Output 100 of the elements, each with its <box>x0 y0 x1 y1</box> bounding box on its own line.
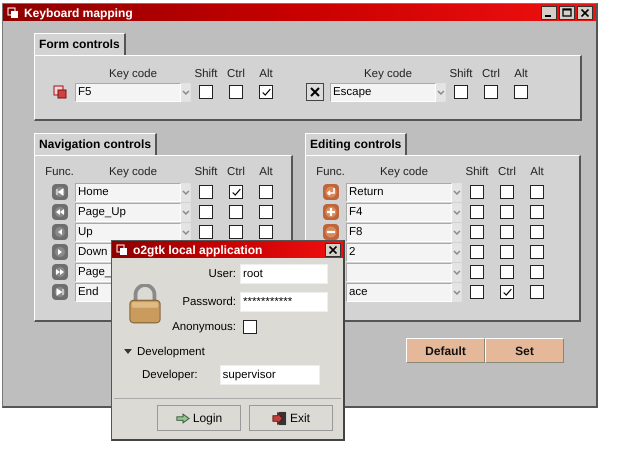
checkbox[interactable] <box>470 245 484 259</box>
minus-icon[interactable] <box>322 224 338 240</box>
close-icon[interactable] <box>306 83 324 101</box>
close-icon[interactable] <box>325 242 341 256</box>
column-header: Shift <box>464 166 490 178</box>
forward-icon[interactable] <box>52 264 68 280</box>
column-header: Key code <box>108 68 158 80</box>
checkbox[interactable] <box>454 85 468 99</box>
password-field[interactable]: *********** <box>240 292 328 312</box>
checkbox[interactable] <box>470 265 484 279</box>
last-icon[interactable] <box>52 284 68 300</box>
padlock-icon <box>128 284 162 324</box>
action-button[interactable]: Set <box>485 338 564 363</box>
column-header: Alt <box>529 166 545 178</box>
enter-icon[interactable] <box>322 184 338 200</box>
checkbox[interactable] <box>470 225 484 239</box>
dialog-button[interactable]: Exit <box>249 405 333 431</box>
checkbox[interactable] <box>229 205 243 219</box>
key-code-field[interactable]: Up <box>75 222 182 242</box>
checkbox[interactable] <box>199 185 213 199</box>
checkbox[interactable] <box>229 185 243 199</box>
maximize-icon[interactable] <box>559 6 575 20</box>
developer-label: Developer: <box>142 369 198 381</box>
checkbox[interactable] <box>484 85 498 99</box>
column-header: Alt <box>258 166 274 178</box>
password-label: Password: <box>181 296 237 308</box>
windows-icon[interactable] <box>52 84 68 100</box>
checkbox[interactable] <box>500 265 514 279</box>
checkbox[interactable] <box>530 285 544 299</box>
checkbox[interactable] <box>530 205 544 219</box>
checkbox[interactable] <box>514 85 528 99</box>
column-header: Key code <box>363 68 413 80</box>
key-code-field[interactable]: Return <box>346 182 452 202</box>
key-code-field[interactable]: Page_Up <box>75 202 182 222</box>
column-header: Shift <box>448 68 474 80</box>
checkbox[interactable] <box>199 205 213 219</box>
user-field[interactable]: root <box>240 264 328 284</box>
key-code-field[interactable]: Home <box>75 182 182 202</box>
rewind-icon[interactable] <box>52 204 68 220</box>
column-header: Ctrl <box>481 68 501 80</box>
developer-field[interactable]: supervisor <box>220 365 320 385</box>
checkbox[interactable] <box>229 225 243 239</box>
column-header: Ctrl <box>226 68 246 80</box>
back-icon[interactable] <box>52 224 68 240</box>
column-header: Ctrl <box>497 166 517 178</box>
checkbox[interactable] <box>243 320 257 334</box>
arrow-icon <box>176 412 190 424</box>
checkbox[interactable] <box>259 225 273 239</box>
column-header: Shift <box>193 166 218 178</box>
checkbox[interactable] <box>500 285 514 299</box>
expander-icon[interactable] <box>124 348 132 356</box>
dialog-button[interactable]: Login <box>157 405 241 431</box>
checkbox[interactable] <box>530 225 544 239</box>
checkbox[interactable] <box>500 185 514 199</box>
checkbox[interactable] <box>470 185 484 199</box>
key-code-field[interactable]: F8 <box>346 222 452 242</box>
key-code-field[interactable]: ace <box>346 282 452 302</box>
key-code-field[interactable]: 2 <box>346 242 452 262</box>
column-header: Func. <box>44 166 75 178</box>
key-code-field[interactable]: F5 <box>75 82 182 102</box>
window-icon <box>7 6 19 18</box>
checkbox[interactable] <box>229 85 243 99</box>
key-code-field[interactable] <box>346 262 452 282</box>
plus-icon[interactable] <box>322 204 338 220</box>
column-header: Shift <box>193 68 218 80</box>
first-icon[interactable] <box>52 184 68 200</box>
column-header: Alt <box>513 68 529 80</box>
group-tab[interactable]: Form controls <box>34 33 126 55</box>
play-icon[interactable] <box>52 244 68 260</box>
column-header: Key code <box>108 166 158 178</box>
checkbox[interactable] <box>530 185 544 199</box>
user-label: User: <box>208 268 237 280</box>
key-code-field[interactable]: F4 <box>346 202 452 222</box>
door-icon <box>272 410 287 426</box>
close-icon[interactable] <box>577 6 593 20</box>
checkbox[interactable] <box>259 185 273 199</box>
checkbox[interactable] <box>500 205 514 219</box>
window-title: Keyboard mapping <box>24 6 134 20</box>
action-button[interactable]: Default <box>406 338 485 363</box>
development-expander[interactable]: Development <box>124 346 205 358</box>
key-code-field[interactable]: Escape <box>330 82 436 102</box>
checkbox[interactable] <box>530 265 544 279</box>
window-icon <box>116 244 128 256</box>
group-tab[interactable]: Navigation controls <box>34 133 158 155</box>
checkbox[interactable] <box>470 205 484 219</box>
checkbox[interactable] <box>199 85 213 99</box>
checkbox[interactable] <box>530 245 544 259</box>
checkbox[interactable] <box>199 225 213 239</box>
column-header: Ctrl <box>226 166 246 178</box>
dialog-title: o2gtk local application <box>133 242 262 256</box>
section-label: Development <box>137 346 205 358</box>
minimize-icon[interactable] <box>541 6 557 20</box>
column-header: Alt <box>258 68 274 80</box>
anonymous-label: Anonymous: <box>171 321 237 333</box>
checkbox[interactable] <box>470 285 484 299</box>
checkbox[interactable] <box>259 205 273 219</box>
checkbox[interactable] <box>500 245 514 259</box>
checkbox[interactable] <box>259 85 273 99</box>
group-tab[interactable]: Editing controls <box>305 133 408 155</box>
checkbox[interactable] <box>500 225 514 239</box>
